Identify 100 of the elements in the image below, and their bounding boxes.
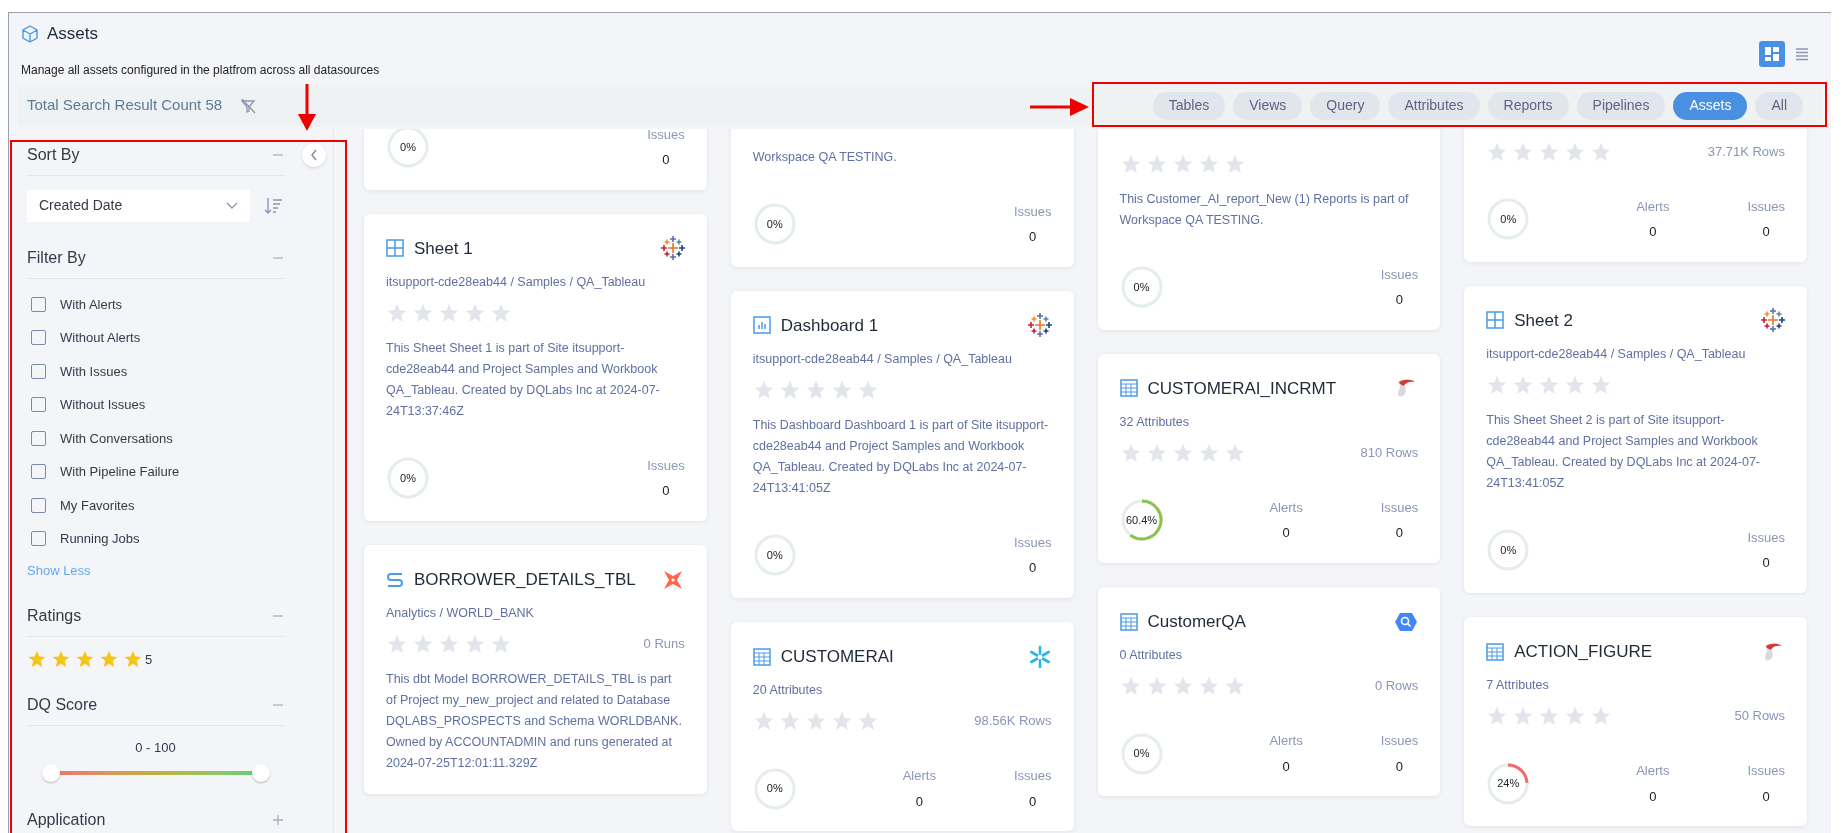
score-ring: 0% <box>1119 265 1164 309</box>
star-icon <box>27 649 47 669</box>
filter-tab[interactable]: Reports <box>1487 91 1569 120</box>
score-ring: 0% <box>752 533 797 578</box>
stat-label: Issues <box>1380 498 1419 517</box>
stat-label: Alerts <box>1636 762 1670 780</box>
stat-label: Issues <box>647 128 685 144</box>
card-description: This Sheet Sheet 2 is part of Site itsupport-cde28eab44 and Project Samples and Workbook QA_Tableau. Created by DQLabs Inc at 2024-07-24T13:41:05Z <box>1486 411 1762 492</box>
filter-tab[interactable]: All <box>1755 91 1803 120</box>
card-title: Sheet 2 <box>1514 309 1573 332</box>
asset-card[interactable]: 0% Issues 0 <box>364 128 707 190</box>
checkbox[interactable] <box>31 363 46 379</box>
asset-card[interactable]: Workspace QA TESTING. 0% Issues 0 <box>730 128 1074 267</box>
card-subtitle: itsupport-cde28eab44 / Samples / QA_Tableau <box>752 351 1013 368</box>
cross-cluster-icon <box>1027 313 1052 338</box>
card-subtitle: 0 Attributes <box>1119 647 1184 665</box>
asset-card[interactable]: CustomerQA 0 Attributes 0 Rows 0% Alerts 0 Issues 0 <box>1097 586 1441 796</box>
score-ring: 24% <box>1486 761 1531 806</box>
star-icon <box>490 633 512 655</box>
checkbox[interactable] <box>31 296 46 312</box>
stat-value: 0 <box>1762 223 1770 241</box>
stat-label: Issues <box>647 456 685 475</box>
star-icon <box>123 649 143 669</box>
plus-icon[interactable] <box>272 813 284 826</box>
checkbox[interactable] <box>31 430 46 446</box>
card-title: BORROWER_DETAILS_TBL <box>414 568 636 591</box>
checkbox[interactable] <box>31 330 46 346</box>
stat-value: 0 <box>1029 792 1037 811</box>
asset-card[interactable] <box>1464 285 1807 593</box>
stat-label: Alerts <box>1269 732 1303 750</box>
star-icon <box>438 633 460 655</box>
checkbox[interactable] <box>31 497 46 513</box>
star-icon <box>99 649 119 669</box>
filter-tab[interactable]: Query <box>1310 91 1381 120</box>
score-ring: 0% <box>386 456 430 501</box>
table-icon <box>752 647 771 666</box>
page-subtitle: Manage all assets configured in the platfrom across all datasources <box>21 61 380 79</box>
sort-order-icon[interactable] <box>264 195 284 216</box>
clear-filter-icon[interactable] <box>240 97 257 114</box>
stat-value: 0 <box>1649 223 1657 241</box>
score-ring: 0% <box>752 766 797 811</box>
grid-view-button[interactable] <box>1759 41 1785 67</box>
card-metric: 37.71K Rows <box>1707 142 1785 161</box>
checkbox[interactable] <box>31 531 46 547</box>
asset-card[interactable]: 37.71K Rows 0% Alerts 0 Issues 0 <box>1464 128 1807 262</box>
stat-label: Alerts <box>1269 498 1303 517</box>
score-ring: 0% <box>1486 528 1531 573</box>
filter-tab[interactable]: Pipelines <box>1576 91 1666 120</box>
stat-label: Alerts <box>1636 197 1670 216</box>
filter-option: With Issues <box>60 361 128 381</box>
stat-label: Issues <box>1013 202 1052 221</box>
asset-card[interactable]: CUSTOMERAI 20 Attributes 98.56K Rows 0% Alerts 0 Issues 0 <box>730 621 1074 831</box>
checkbox[interactable] <box>31 464 46 480</box>
section-title: DQ Score <box>27 695 98 715</box>
asset-card[interactable] <box>364 544 707 794</box>
stat-value: 0 <box>1762 787 1770 806</box>
score-ring: 0% <box>1486 197 1531 241</box>
stat-label: Issues <box>1747 197 1785 216</box>
score-ring: 0% <box>1119 731 1164 776</box>
stat-label: Alerts <box>902 767 936 785</box>
stat-value: 0 <box>1395 291 1404 309</box>
list-icon <box>1794 46 1810 62</box>
checkbox[interactable] <box>31 397 46 413</box>
asset-card[interactable]: CUSTOMERAI_INCRMT 32 Attributes 810 Rows 60.4% Alerts 0 Issues 0 <box>1097 353 1441 563</box>
result-count: Total Search Result Count 58 <box>27 95 223 116</box>
asset-card[interactable]: ACTION_FIGURE 7 Attributes 50 Rows 24% Alerts 0 Issues 0 <box>1464 616 1807 826</box>
filter-tab[interactable]: Attributes <box>1388 91 1480 120</box>
stat-value: 0 <box>1395 757 1404 776</box>
asset-card[interactable] <box>730 290 1074 598</box>
stat-label: Issues <box>1380 265 1419 284</box>
section-title: Filter By <box>27 247 86 268</box>
chevron-left-icon <box>309 148 318 161</box>
collapse-button[interactable] <box>301 142 326 167</box>
stat-value: 0 <box>662 151 670 169</box>
card-description: This Customer_AI_report_New (1) Reports is part of Workspace QA TESTING. <box>1119 190 1410 229</box>
stat-value: 0 <box>1029 228 1037 246</box>
card-metric: 98.56K Rows <box>974 712 1052 731</box>
table-icon <box>1486 642 1505 661</box>
card-subtitle: itsupport-cde28eab44 / Samples / QA_Tableau <box>1486 346 1747 363</box>
filter-tab[interactable]: Tables <box>1152 91 1226 120</box>
card-subtitle: 32 Attributes <box>1119 414 1190 431</box>
grid-icon <box>1764 46 1780 62</box>
score-ring: 0% <box>752 202 797 246</box>
star-icon <box>412 633 434 655</box>
card-title: CustomerQA <box>1147 610 1246 633</box>
stat-value: 0 <box>1029 559 1037 578</box>
section-title: Ratings <box>27 606 82 626</box>
card-title: CUSTOMERAI <box>780 645 894 668</box>
score-ring: 0% <box>386 128 430 169</box>
stat-label: Issues <box>1380 732 1419 750</box>
asset-card[interactable] <box>364 213 707 521</box>
card-subtitle: Analytics / WORLD_BANK <box>386 605 535 623</box>
sort-dropdown[interactable]: Created Date <box>27 189 250 222</box>
filter-option: My Favorites <box>60 495 135 515</box>
stat-value: 0 <box>1762 554 1770 573</box>
asset-card[interactable]: This Customer_AI_report_New (1) Reports is part of Workspace QA TESTING. 0% Issues 0 <box>1097 128 1441 330</box>
stat-label: Issues <box>1747 528 1785 547</box>
filter-tab[interactable]: Views <box>1233 91 1303 120</box>
star-icon <box>51 649 71 669</box>
stat-value: 0 <box>1649 787 1657 806</box>
